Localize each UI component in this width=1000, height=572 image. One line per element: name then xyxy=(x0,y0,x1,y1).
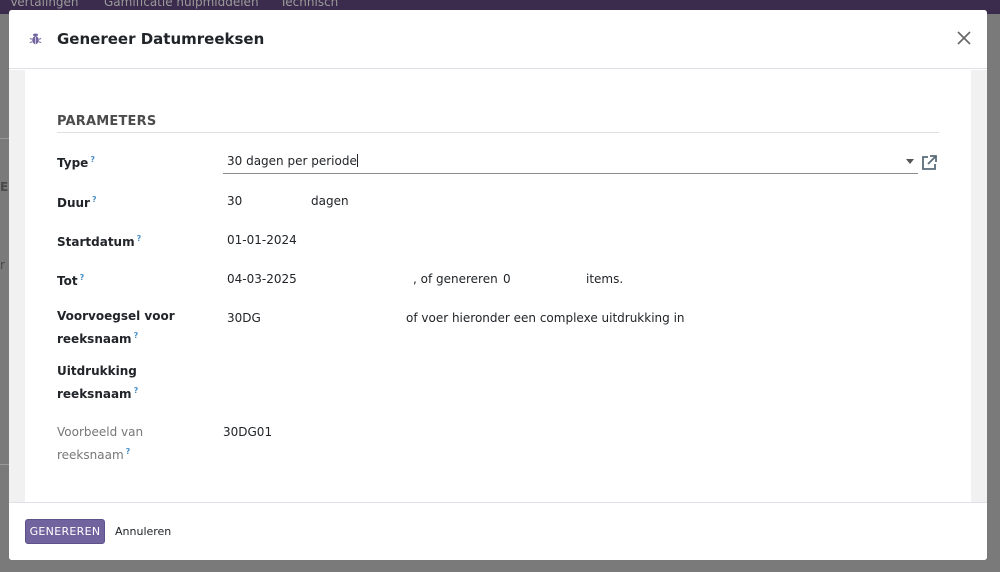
dialog-header: Genereer Datumreeksen xyxy=(9,10,987,69)
duur-label: Duur? xyxy=(57,195,97,210)
type-select[interactable]: 30 dagen per periode xyxy=(223,151,918,174)
help-icon[interactable]: ? xyxy=(126,447,131,456)
help-icon[interactable]: ? xyxy=(90,155,95,164)
example-value: 30DG01 xyxy=(223,425,273,439)
dialog-title: Genereer Datumreeksen xyxy=(57,30,265,48)
help-icon[interactable]: ? xyxy=(134,331,139,340)
close-icon[interactable] xyxy=(953,27,975,49)
bug-icon xyxy=(29,33,42,45)
text-cursor xyxy=(356,154,358,167)
section-divider xyxy=(57,132,939,133)
help-icon[interactable]: ? xyxy=(92,195,97,204)
duur-unit: dagen xyxy=(311,194,349,208)
bg-menu-item: Technisch xyxy=(280,0,339,9)
prefix-hint: of voer hieronder een complexe uitdrukki… xyxy=(406,311,685,325)
tot-or-text: , of genereren xyxy=(413,272,498,286)
example-label: Voorbeeld van reeksnaam? xyxy=(57,425,144,462)
tot-label: Tot? xyxy=(57,273,85,288)
type-value: 30 dagen per periode xyxy=(227,154,357,168)
expression-input[interactable] xyxy=(227,364,917,383)
help-icon[interactable]: ? xyxy=(134,386,139,395)
help-icon[interactable]: ? xyxy=(137,234,142,243)
prefix-input[interactable]: 30DG xyxy=(227,309,261,328)
external-link-icon[interactable] xyxy=(920,154,938,172)
type-label: Type? xyxy=(57,155,95,170)
tot-input[interactable]: 04-03-2025 xyxy=(227,270,297,289)
generate-button[interactable]: GENEREREN xyxy=(25,519,105,544)
startdatum-input[interactable]: 01-01-2024 xyxy=(227,231,297,250)
bg-text: r xyxy=(0,258,5,272)
startdatum-label: Startdatum? xyxy=(57,234,142,249)
form-sheet: PARAMETERS Type? 30 dagen per periode Du… xyxy=(25,70,971,502)
duur-input[interactable]: 30 xyxy=(227,192,242,211)
bg-text: E xyxy=(0,180,9,194)
bg-menu-item: Gamificatie hulpmiddelen xyxy=(104,0,259,9)
dialog-body: PARAMETERS Type? 30 dagen per periode Du… xyxy=(9,70,987,502)
count-input[interactable]: 0 xyxy=(503,270,511,289)
items-text: items. xyxy=(586,272,624,286)
chevron-down-icon[interactable] xyxy=(906,159,914,164)
dialog-footer: GENEREREN Annuleren xyxy=(9,502,987,560)
prefix-label: Voorvoegsel voor reeksnaam? xyxy=(57,309,175,346)
help-icon[interactable]: ? xyxy=(80,273,85,282)
section-title: PARAMETERS xyxy=(57,114,157,129)
cancel-button[interactable]: Annuleren xyxy=(111,519,175,544)
bg-menu-item: Vertalingen xyxy=(10,0,79,9)
expression-label: Uitdrukking reeksnaam? xyxy=(57,364,139,401)
generate-date-ranges-dialog: Genereer Datumreeksen PARAMETERS Type? 3… xyxy=(9,10,987,560)
